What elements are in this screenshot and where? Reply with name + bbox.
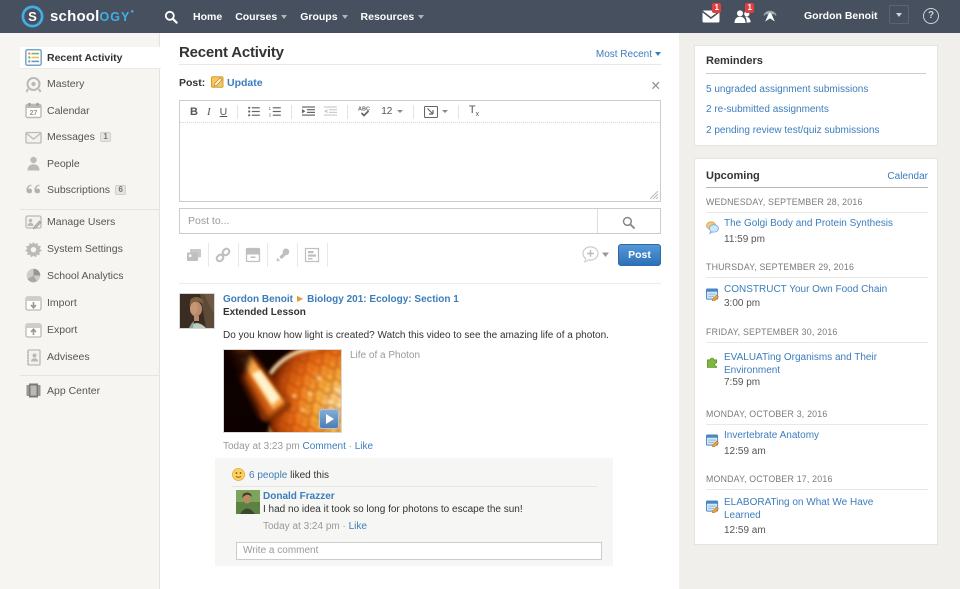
svg-text:1: 1	[269, 106, 272, 111]
svg-text:27: 27	[30, 110, 38, 117]
svg-text:S: S	[28, 9, 37, 24]
svg-text:2: 2	[269, 113, 272, 117]
